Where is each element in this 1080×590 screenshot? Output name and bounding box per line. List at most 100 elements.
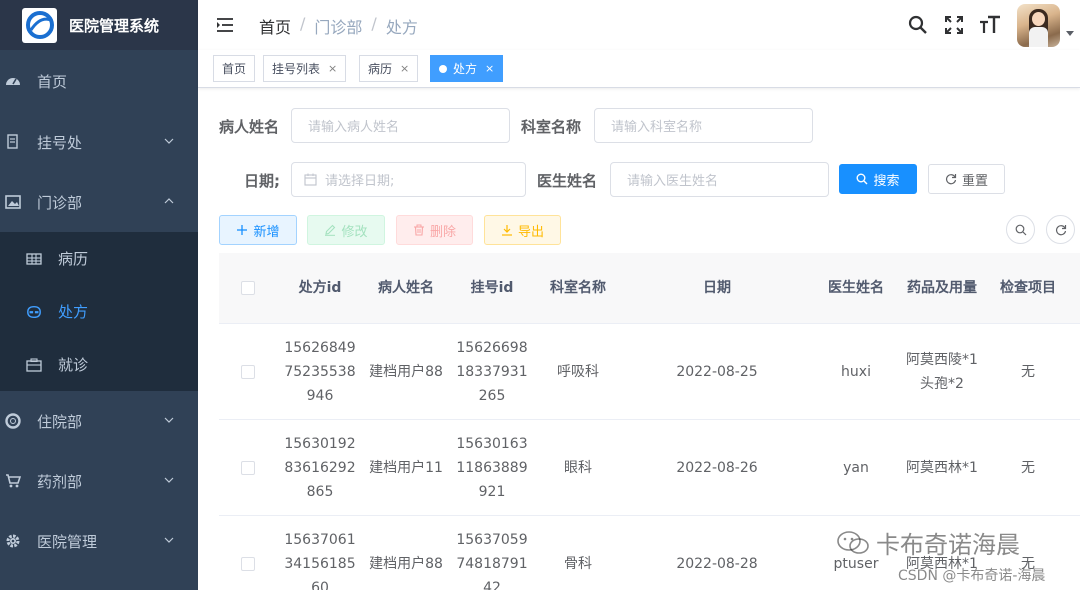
tag-prescription[interactable]: 处方 × [430,55,504,82]
table-row[interactable]: 1563019283616292865 建档用户11 1563016311863… [219,420,1080,516]
close-icon[interactable]: × [400,62,409,75]
sidebar-item-label: 门诊部 [37,193,83,212]
table-row[interactable]: 1562684975235538946 建档用户88 1562669818337… [219,324,1080,420]
registration-id-cell: 1563016311863889921 [456,435,528,500]
font-size-icon[interactable] [979,14,1001,36]
delete-button[interactable]: 删除 [396,215,473,245]
edit-icon [324,224,336,236]
tag-records[interactable]: 病历 × [359,55,419,82]
doctor-cell: yan [843,459,869,476]
select-all-cell [219,281,277,295]
doctor-name-label: 医生姓名 [537,172,598,190]
registration-id-cell: 1562669818337931265 [456,339,528,404]
close-icon[interactable]: × [328,62,337,75]
sidebar-item-registration[interactable]: 挂号处 [0,112,198,172]
select-all-checkbox[interactable] [241,281,255,295]
dept-name-input[interactable]: 请输入科室名称 [594,108,813,143]
chevron-down-icon [164,417,174,423]
tag-home[interactable]: 首页 [213,55,256,82]
app-title: 医院管理系统 [69,16,160,35]
input-placeholder: 请输入医生姓名 [627,174,719,189]
patient-name-cell: 建档用户88 [369,363,443,380]
fullscreen-icon[interactable] [943,14,965,36]
dashboard-icon [5,73,21,89]
search-button[interactable]: 搜索 [839,164,917,194]
close-icon[interactable]: × [485,62,494,75]
sidebar-item-outpatient[interactable]: 门诊部 [0,172,198,232]
column-header: 处方id [298,280,342,296]
date-label: 日期; [244,172,280,190]
chevron-up-icon [164,198,174,204]
table-header: 处方id 病人姓名 挂号id 科室名称 日期 医生姓名 药品及用量 检查项目 [219,253,1080,324]
doctor-name-input[interactable]: 请输入医生姓名 [610,162,829,197]
tag-label: 处方 [453,62,478,76]
sidebar-item-records[interactable]: 病历 [0,232,198,285]
row-checkbox[interactable] [241,460,255,475]
sidebar-item-label: 住院部 [37,412,83,431]
tag-registration-list[interactable]: 挂号列表 × [263,55,347,82]
button-label: 搜索 [873,173,900,189]
date-cell: 2022-08-25 [676,363,758,380]
tag-label: 首页 [222,62,247,76]
column-header: 药品及用量 [907,280,977,296]
sidebar-item-label: 病历 [58,250,89,268]
patient-name-cell: 建档用户88 [369,555,443,572]
search-icon[interactable] [907,14,929,36]
gear-icon [5,533,21,549]
row-checkbox[interactable] [241,556,255,571]
chevron-down-icon [164,477,174,483]
button-label: 修改 [341,224,368,240]
patient-name-cell: 建档用户11 [369,459,443,476]
search-icon [1015,224,1026,235]
mask-icon [26,304,42,320]
sidebar-item-prescription[interactable]: 处方 [0,285,198,338]
breadcrumb-home[interactable]: 首页 [259,14,291,38]
patient-name-input[interactable]: 请输入病人姓名 [291,108,510,143]
navbar: 首页 / 门诊部 / 处方 [198,0,1080,50]
dept-cell: 骨科 [564,555,592,572]
picture-icon [5,195,21,209]
input-placeholder: 请输入病人姓名 [308,120,400,135]
prescription-id-cell: 1562684975235538946 [284,339,356,404]
column-header: 检查项目 [1000,280,1056,296]
sidebar-item-home[interactable]: 首页 [0,50,198,112]
column-header: 日期 [703,280,731,296]
sidebar-item-hospital-admin[interactable]: 医院管理 [0,511,198,571]
chevron-down-icon [164,138,174,144]
sidebar-item-label: 药剂部 [37,472,83,491]
export-button[interactable]: 导出 [484,215,561,245]
refresh-icon [945,173,957,185]
plus-icon [236,224,248,236]
refresh-icon [1055,224,1066,235]
toggle-search-button[interactable] [1006,215,1035,244]
watermark-csdn: CSDN @卡布奇诺-海晨 [898,568,1046,584]
edit-button[interactable]: 修改 [307,215,385,245]
reset-button[interactable]: 重置 [928,164,1005,194]
sidebar-item-inpatient[interactable]: 住院部 [0,391,198,451]
avatar[interactable] [1017,3,1060,47]
date-cell: 2022-08-26 [676,459,758,476]
search-icon [856,173,868,185]
date-picker[interactable]: 请选择日期; [291,162,526,197]
dept-cell: 眼科 [564,459,592,476]
navbar-actions [893,0,1080,50]
logo[interactable]: 医院管理系统 [0,0,198,50]
refresh-button[interactable] [1046,215,1075,244]
sidebar-item-visits[interactable]: 就诊 [0,338,198,391]
tags-view: 首页 挂号列表 × 病历 × 处方 × [198,50,1080,88]
breadcrumb-separator: / [371,14,377,33]
chevron-down-icon [164,537,174,543]
button-label: 导出 [517,224,544,240]
sidebar-item-label: 医院管理 [37,532,98,551]
registration-id-cell: 156370597481879142 [456,531,528,590]
sidebar-item-pharmacy[interactable]: 药剂部 [0,451,198,511]
sidebar: 医院管理系统 首页 挂号处 门诊部 病历 处方 就诊 住院部 药剂部 医院管理 [0,0,198,590]
hamburger-icon[interactable] [216,16,234,34]
form-icon [5,134,21,150]
row-checkbox[interactable] [241,364,255,379]
wechat-icon [836,530,870,556]
row-select-cell [219,460,277,475]
breadcrumb-dept: 门诊部 [314,18,363,37]
caret-down-icon[interactable] [1066,30,1074,36]
add-button[interactable]: 新增 [219,215,297,245]
